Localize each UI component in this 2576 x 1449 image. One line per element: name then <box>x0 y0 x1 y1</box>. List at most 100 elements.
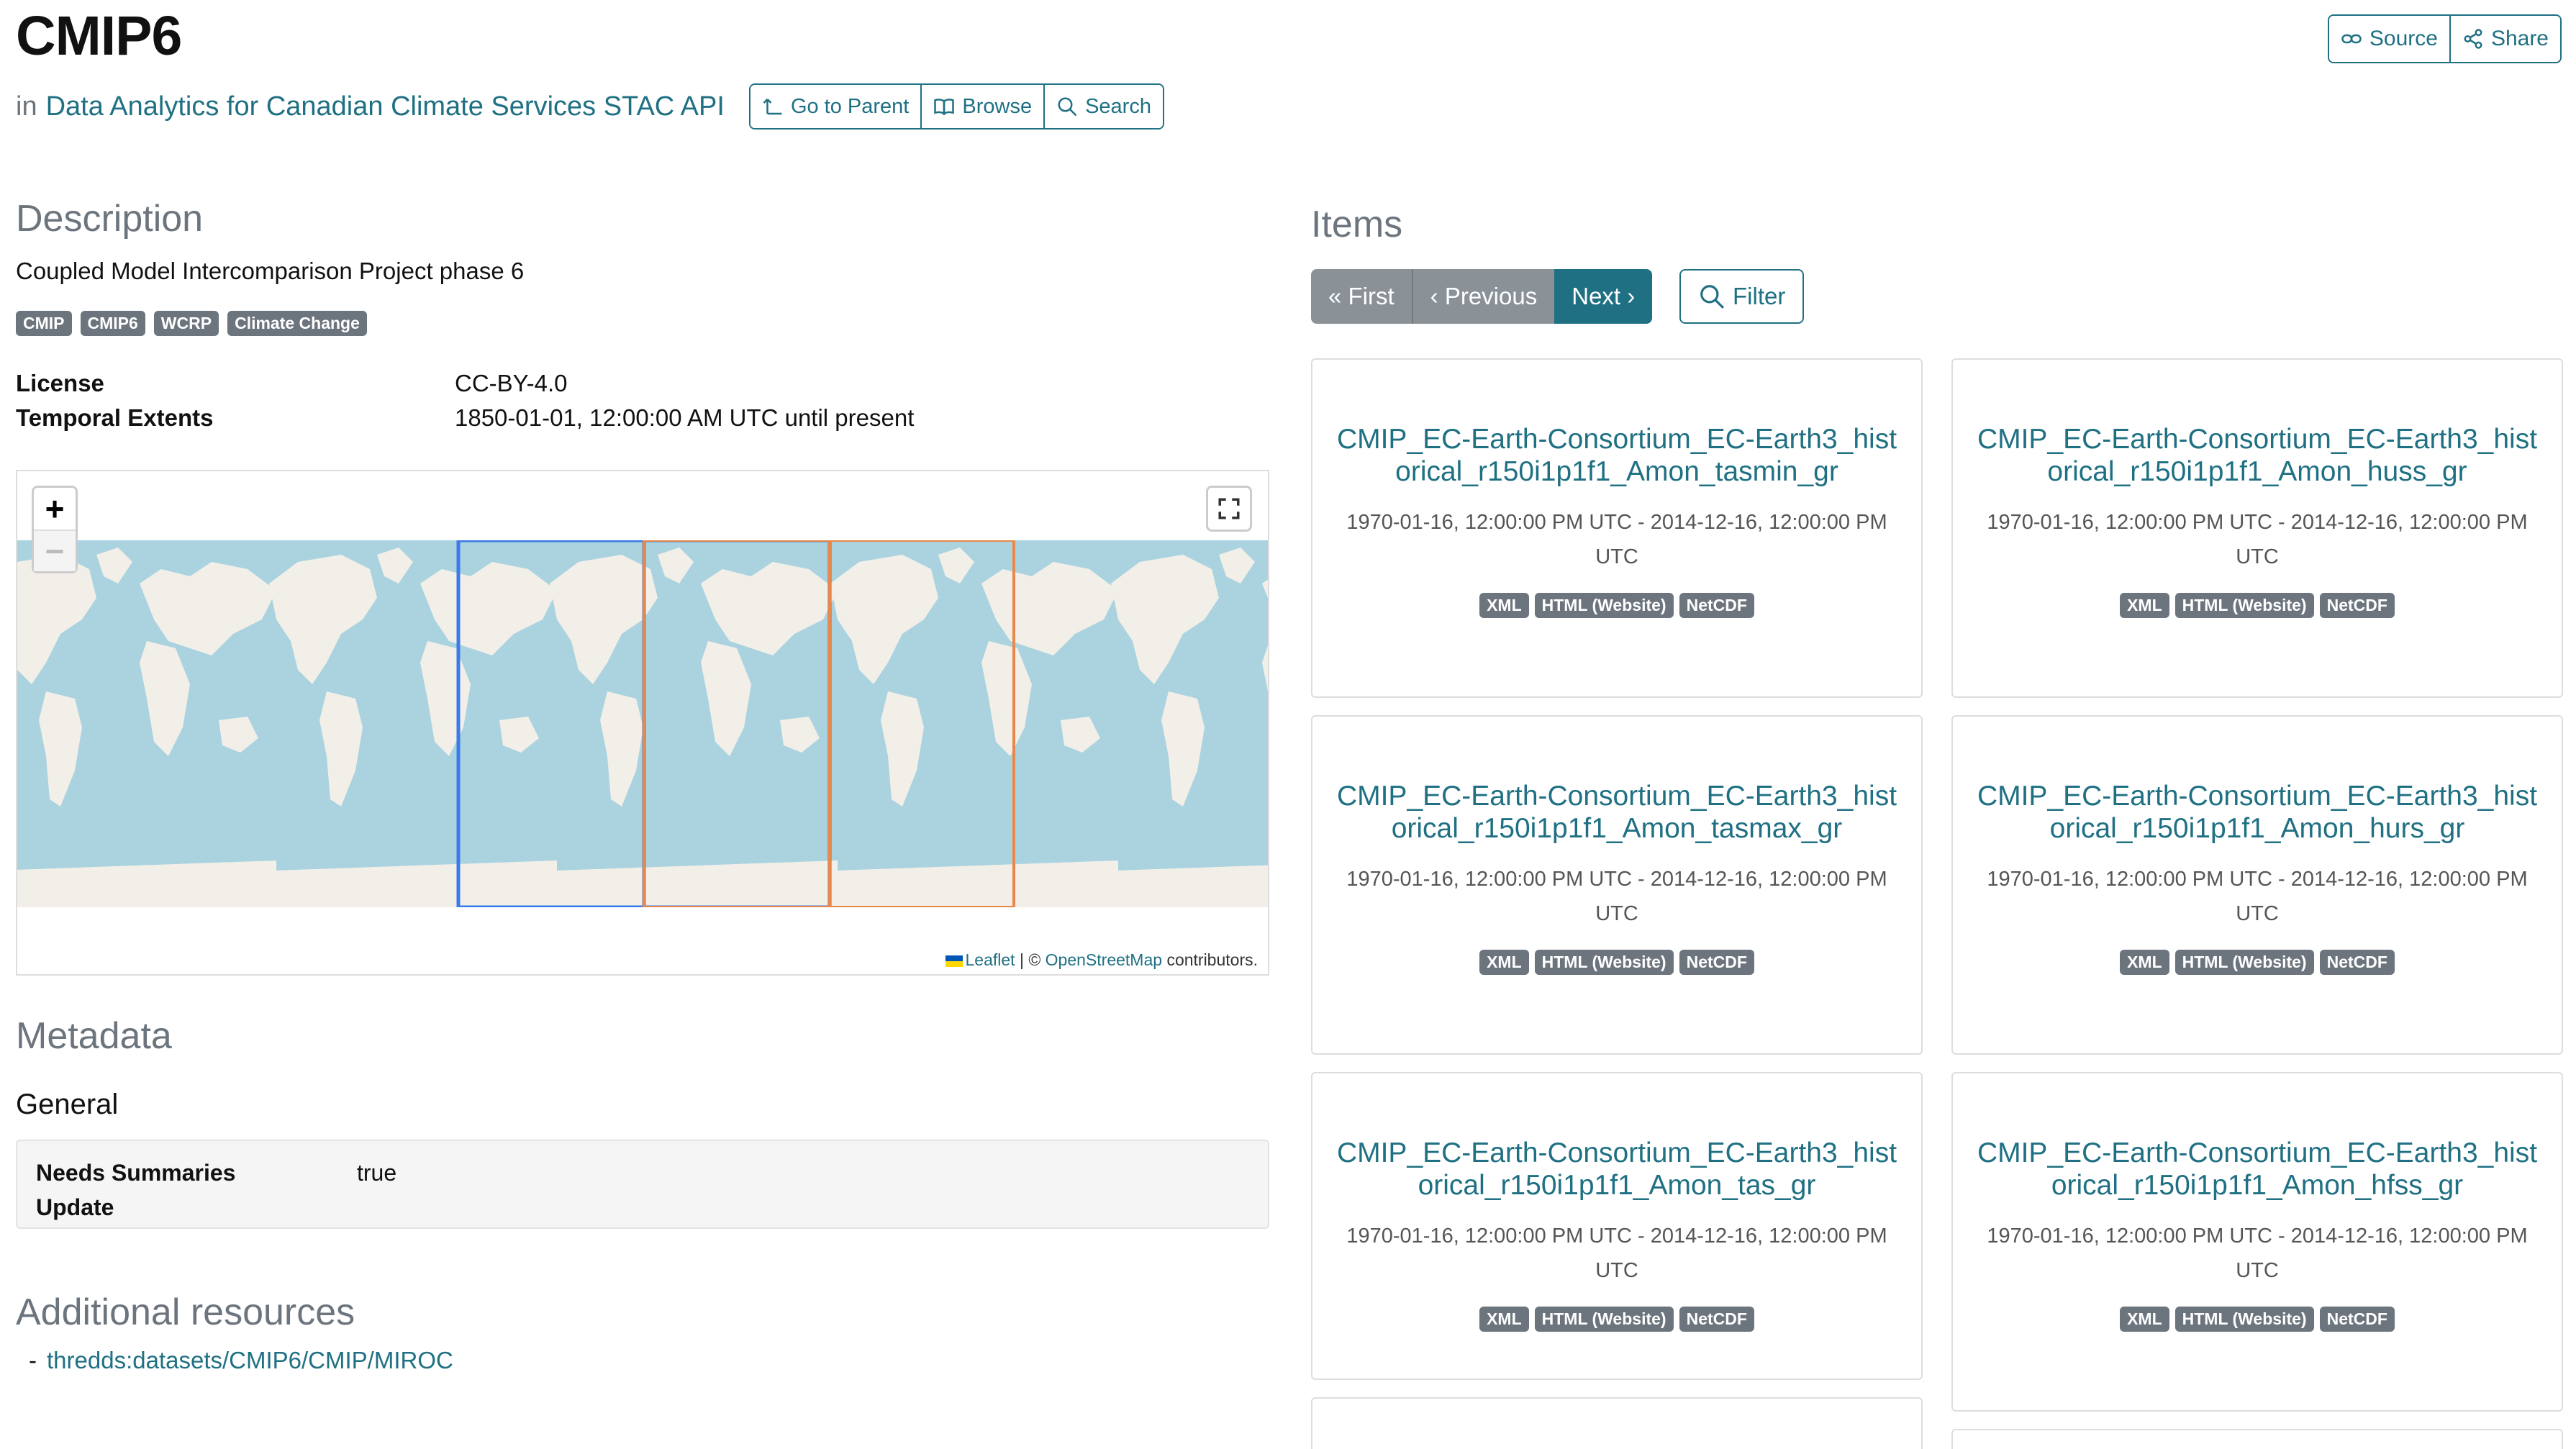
asset-badge: NetCDF <box>2319 950 2395 975</box>
resource-link[interactable]: thredds:datasets/CMIP6/CMIP/MIROC <box>47 1347 453 1373</box>
keyword-badge: CMIP <box>16 311 72 336</box>
go-to-parent-label: Go to Parent <box>790 94 910 118</box>
asset-badge: HTML (Website) <box>2174 950 2314 975</box>
openstreetmap-link[interactable]: OpenStreetMap <box>1046 950 1162 969</box>
asset-badge: XML <box>1479 950 1529 975</box>
item-card: CMIP_EC-Earth-Consortium_EC-Earth3_histo… <box>1951 358 2563 698</box>
asset-badge: NetCDF <box>2319 1307 2395 1332</box>
item-date-range: 1970-01-16, 12:00:00 PM UTC - 2014-12-16… <box>1346 511 1887 568</box>
item-date-range: 1970-01-16, 12:00:00 PM UTC - 2014-12-16… <box>1987 511 2528 568</box>
item-title-link[interactable]: CMIP_EC-Earth-Consortium_EC-Earth3_histo… <box>1974 1137 2540 1202</box>
first-page-button[interactable]: « First <box>1311 269 1413 324</box>
additional-resources-heading: Additional resources <box>16 1291 355 1333</box>
zoom-control: + − <box>32 486 78 573</box>
next-page-button[interactable]: Next › <box>1554 269 1653 324</box>
asset-badge: HTML (Website) <box>1534 950 1674 975</box>
needs-summaries-value: true <box>357 1160 397 1186</box>
general-metadata-table: Needs Summaries Update true <box>16 1140 1269 1229</box>
item-date-range: 1970-01-16, 12:00:00 PM UTC - 2014-12-16… <box>1987 868 2528 925</box>
description-text: Coupled Model Intercomparison Project ph… <box>16 258 525 284</box>
item-card-partial <box>1311 1397 1923 1449</box>
keyword-badge: WCRP <box>153 311 219 336</box>
item-date-range: 1970-01-16, 12:00:00 PM UTC - 2014-12-16… <box>1987 1225 2528 1282</box>
items-heading: Items <box>1311 204 1403 245</box>
map-attribution: Leaflet | © OpenStreetMap contributors. <box>940 949 1262 971</box>
asset-badge: NetCDF <box>2319 593 2395 618</box>
resource-bullet: - <box>29 1347 37 1373</box>
item-assets: XML HTML (Website) NetCDF <box>1312 950 1921 975</box>
metadata-heading: Metadata <box>16 1015 172 1057</box>
parent-catalog-link[interactable]: Data Analytics for Canadian Climate Serv… <box>46 91 725 122</box>
license-label: License <box>16 370 104 396</box>
go-to-parent-button[interactable]: Go to Parent <box>750 85 922 128</box>
browse-button[interactable]: Browse <box>922 85 1046 128</box>
map[interactable]: + − Leaflet | © OpenStreetMap contributo… <box>16 470 1269 976</box>
resource-list-item: - thredds:datasets/CMIP6/CMIP/MIROC <box>29 1347 453 1374</box>
item-title-link[interactable]: CMIP_EC-Earth-Consortium_EC-Earth3_histo… <box>1334 423 1900 488</box>
item-title-link[interactable]: CMIP_EC-Earth-Consortium_EC-Earth3_histo… <box>1974 780 2540 845</box>
asset-badge: XML <box>1479 1307 1529 1332</box>
map-tiles[interactable] <box>17 538 1268 909</box>
temporal-extents-label: Temporal Extents <box>16 404 214 431</box>
source-button[interactable]: Source <box>2328 16 2451 62</box>
search-icon <box>1700 285 1724 309</box>
item-date-range: 1970-01-16, 12:00:00 PM UTC - 2014-12-16… <box>1346 868 1887 925</box>
asset-badge: NetCDF <box>1679 950 1754 975</box>
keyword-badge: CMIP6 <box>80 311 145 336</box>
share-icon <box>2464 29 2482 49</box>
fullscreen-button[interactable] <box>1206 486 1252 532</box>
asset-badge: HTML (Website) <box>1534 593 1674 618</box>
fullscreen-icon <box>1218 498 1240 519</box>
parent-line: in Data Analytics for Canadian Climate S… <box>16 83 1164 130</box>
browse-label: Browse <box>962 94 1033 118</box>
license-link[interactable]: CC-BY-4.0 <box>455 370 568 397</box>
asset-badge: HTML (Website) <box>2174 1307 2314 1332</box>
asset-badge: HTML (Website) <box>1534 1307 1674 1332</box>
page-title: CMIP6 <box>16 5 182 67</box>
search-button[interactable]: Search <box>1045 85 1163 128</box>
leaflet-link[interactable]: Leaflet <box>966 950 1015 969</box>
source-share-group: Source Share <box>2327 14 2562 63</box>
description-heading: Description <box>16 198 204 240</box>
attribution-tail: contributors. <box>1166 950 1258 969</box>
item-date-range: 1970-01-16, 12:00:00 PM UTC - 2014-12-16… <box>1346 1225 1887 1282</box>
item-card-partial <box>1951 1429 2563 1449</box>
item-assets: XML HTML (Website) NetCDF <box>1953 593 2562 618</box>
search-label: Search <box>1085 94 1151 118</box>
share-button[interactable]: Share <box>2450 16 2560 62</box>
asset-badge: NetCDF <box>1679 1307 1754 1332</box>
asset-badge: XML <box>2120 1307 2169 1332</box>
in-label: in <box>16 91 37 122</box>
item-card: CMIP_EC-Earth-Consortium_EC-Earth3_histo… <box>1311 1072 1923 1380</box>
filter-button[interactable]: Filter <box>1679 269 1805 324</box>
pagination: « First ‹ Previous Next › <box>1311 269 1653 324</box>
attribution-separator: | © <box>1019 950 1041 969</box>
item-title-link[interactable]: CMIP_EC-Earth-Consortium_EC-Earth3_histo… <box>1334 780 1900 845</box>
source-label: Source <box>2369 27 2438 50</box>
item-card: CMIP_EC-Earth-Consortium_EC-Earth3_histo… <box>1951 1072 2563 1412</box>
search-icon <box>1058 97 1077 117</box>
item-card: CMIP_EC-Earth-Consortium_EC-Earth3_histo… <box>1311 358 1923 698</box>
ukraine-flag-icon <box>945 955 963 967</box>
item-assets: XML HTML (Website) NetCDF <box>1312 1307 1921 1332</box>
item-assets: XML HTML (Website) NetCDF <box>1953 1307 2562 1332</box>
link-icon <box>2341 34 2362 44</box>
asset-badge: XML <box>2120 950 2169 975</box>
world-map-tiles <box>17 538 1268 909</box>
temporal-extents-value: 1850-01-01, 12:00:00 AM UTC until presen… <box>455 404 915 431</box>
asset-badge: XML <box>2120 593 2169 618</box>
previous-page-button[interactable]: ‹ Previous <box>1412 269 1555 324</box>
zoom-in-button[interactable]: + <box>34 488 76 530</box>
item-assets: XML HTML (Website) NetCDF <box>1953 950 2562 975</box>
keyword-badge: Climate Change <box>227 311 367 336</box>
book-icon <box>934 99 955 116</box>
filter-label: Filter <box>1733 283 1786 309</box>
item-card: CMIP_EC-Earth-Consortium_EC-Earth3_histo… <box>1311 715 1923 1055</box>
navigation-button-group: Go to Parent Browse Search <box>748 83 1164 130</box>
item-title-link[interactable]: CMIP_EC-Earth-Consortium_EC-Earth3_histo… <box>1334 1137 1900 1202</box>
item-title-link[interactable]: CMIP_EC-Earth-Consortium_EC-Earth3_histo… <box>1974 423 2540 488</box>
needs-summaries-label: Needs Summaries Update <box>36 1160 236 1220</box>
asset-badge: NetCDF <box>1679 593 1754 618</box>
zoom-out-button[interactable]: − <box>34 530 76 571</box>
share-label: Share <box>2490 27 2549 50</box>
